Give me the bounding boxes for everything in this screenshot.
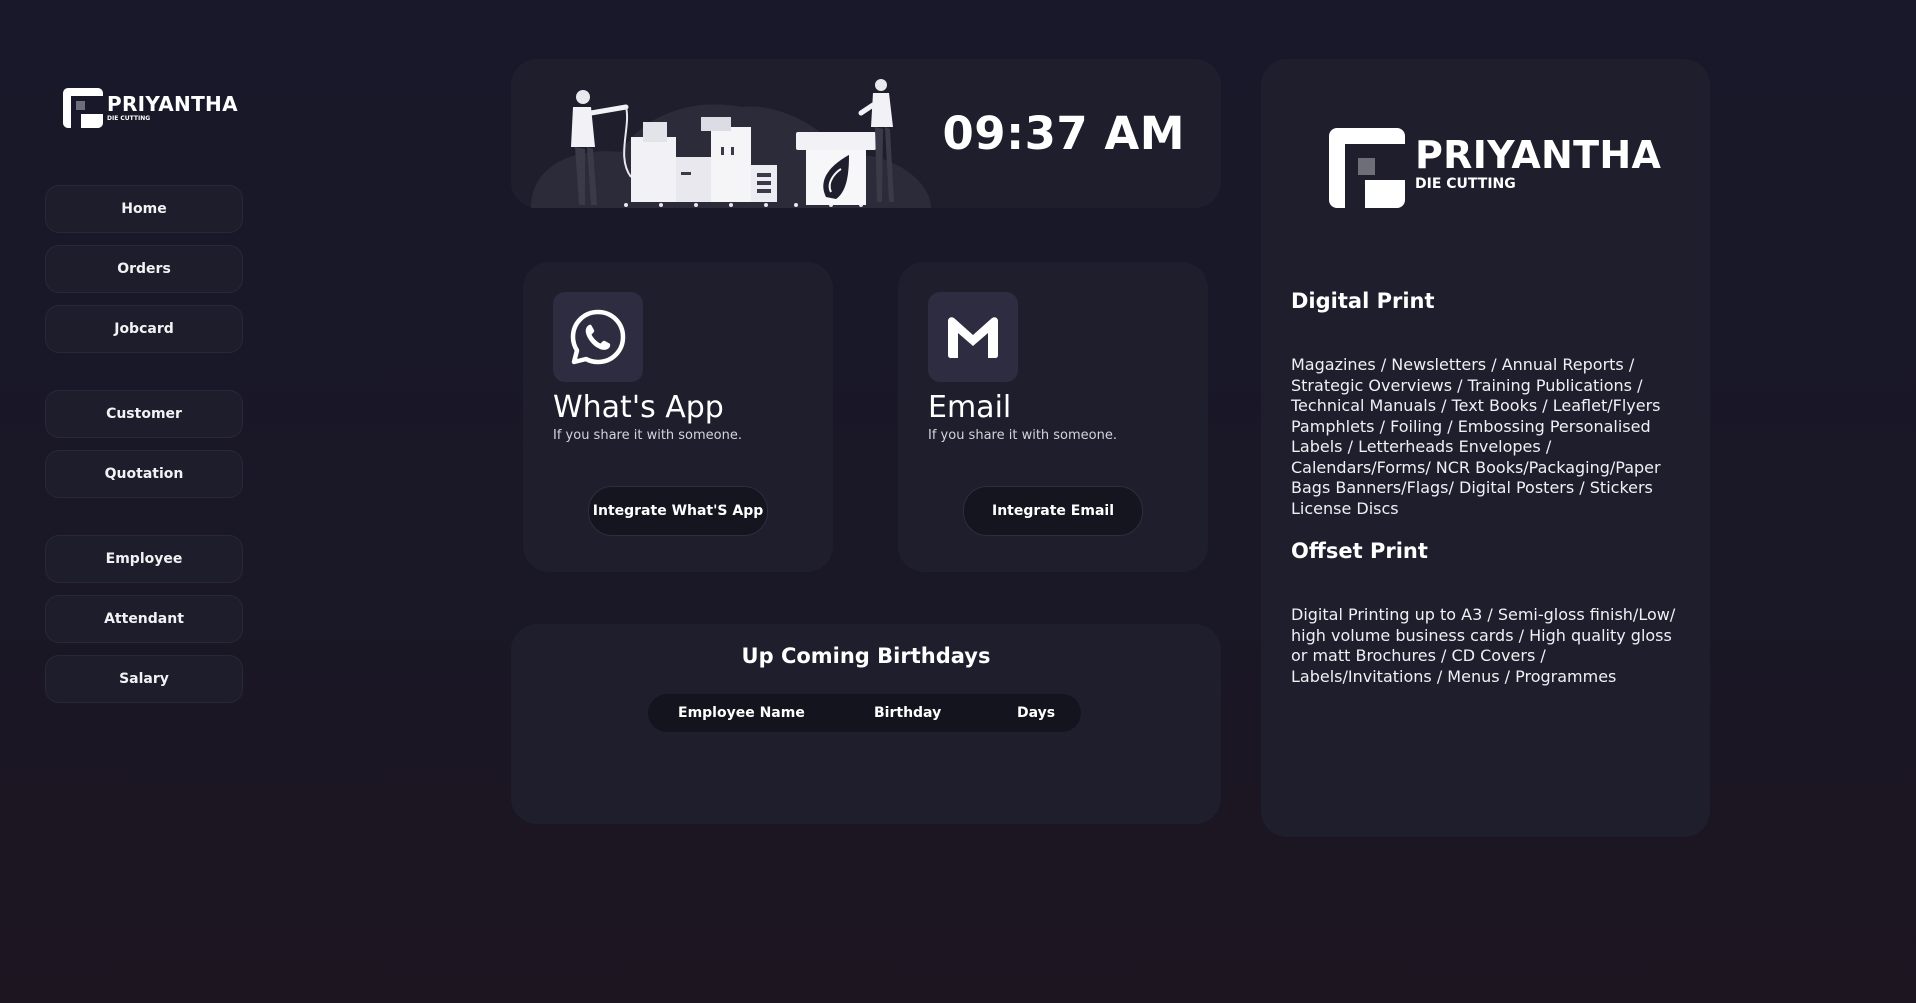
brand-logo-icon	[1329, 128, 1405, 208]
birthdays-table-header: Employee Name Birthday Days	[648, 694, 1081, 732]
offset-print-description: Digital Printing up to A3 / Semi-gloss f…	[1291, 605, 1676, 686]
sidebar-item-quotation[interactable]: Quotation	[45, 450, 243, 498]
email-subtitle: If you share it with someone.	[928, 428, 1117, 443]
offset-print-title: Offset Print	[1291, 539, 1428, 563]
sidebar-item-customer[interactable]: Customer	[45, 390, 243, 438]
clock-time: 09:37 AM	[942, 107, 1185, 160]
sidebar-item-employee[interactable]: Employee	[45, 535, 243, 583]
column-birthday: Birthday	[874, 705, 942, 721]
brand-subtitle: DIE CUTTING	[107, 115, 151, 122]
header-panel: 09:37 AM	[511, 59, 1221, 208]
digital-print-description: Magazines / Newsletters / Annual Reports…	[1291, 355, 1661, 518]
integrate-email-button[interactable]: Integrate Email	[963, 486, 1143, 536]
sidebar-item-salary[interactable]: Salary	[45, 655, 243, 703]
column-days: Days	[1017, 705, 1056, 721]
birthdays-title: Up Coming Birthdays	[741, 644, 991, 668]
whatsapp-title: What's App	[553, 390, 724, 425]
sidebar-logo[interactable]: PRIYANTHA DIE CUTTING	[63, 88, 238, 128]
sidebar-item-home[interactable]: Home	[45, 185, 243, 233]
sidebar-item-orders[interactable]: Orders	[45, 245, 243, 293]
services-info-panel: PRIYANTHA DIE CUTTING Digital Print Maga…	[1261, 59, 1710, 837]
brand-name-large: PRIYANTHA	[1415, 132, 1662, 177]
digital-print-title: Digital Print	[1291, 289, 1435, 313]
whatsapp-card: What's App If you share it with someone.…	[523, 262, 833, 572]
whatsapp-icon	[553, 292, 643, 382]
upcoming-birthdays-panel: Up Coming Birthdays Employee Name Birthd…	[511, 624, 1221, 824]
sidebar-item-attendant[interactable]: Attendant	[45, 595, 243, 643]
email-card: Email If you share it with someone. Inte…	[898, 262, 1208, 572]
sidebar-item-jobcard[interactable]: Jobcard	[45, 305, 243, 353]
column-employee-name: Employee Name	[678, 705, 805, 721]
brand-logo-icon	[63, 88, 103, 128]
brand-name: PRIYANTHA	[107, 92, 238, 116]
printing-press-illustration	[531, 79, 931, 208]
whatsapp-subtitle: If you share it with someone.	[553, 428, 742, 443]
large-brand-logo: PRIYANTHA DIE CUTTING	[1329, 128, 1661, 208]
email-title: Email	[928, 390, 1012, 425]
brand-subtitle-large: DIE CUTTING	[1415, 175, 1516, 192]
integrate-whatsapp-button[interactable]: Integrate What'S App	[588, 486, 768, 536]
gmail-icon	[928, 292, 1018, 382]
